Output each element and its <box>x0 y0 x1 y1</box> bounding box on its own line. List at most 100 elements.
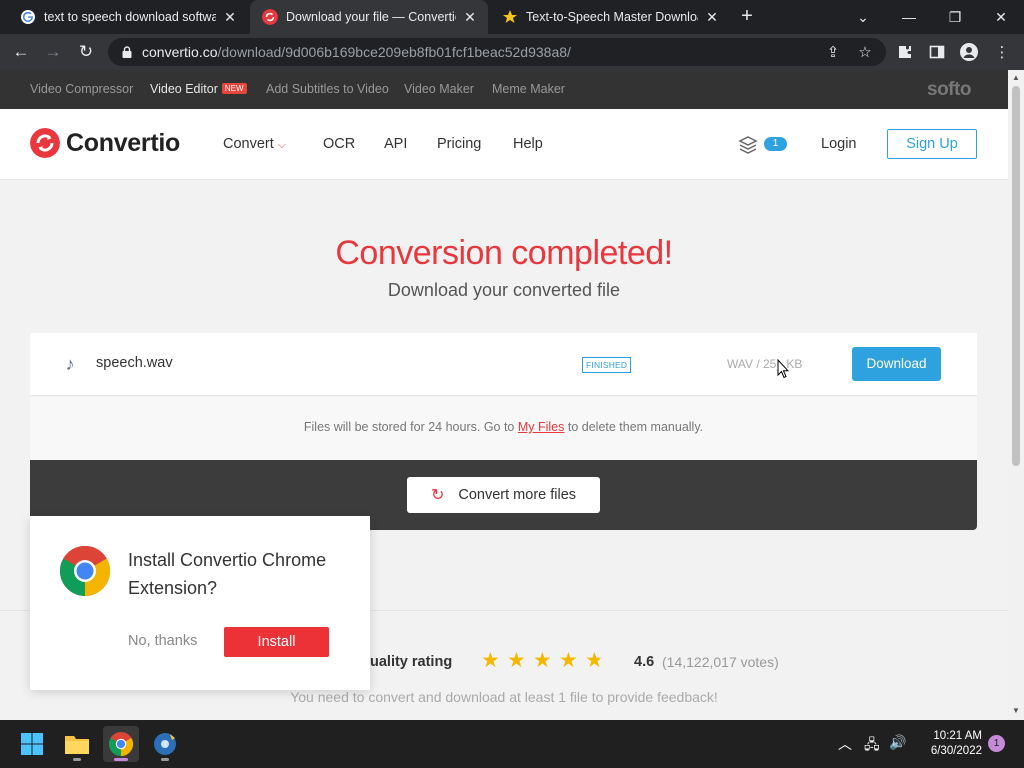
star-icon[interactable]: ★ <box>481 650 507 672</box>
windows-logo-icon <box>21 733 43 755</box>
taskbar-indicator <box>114 758 128 761</box>
back-arrow-icon[interactable]: ← <box>8 39 34 65</box>
windows-taskbar: ︿ 🖧 🔊 10:21 AM 6/30/2022 1 <box>0 720 1024 768</box>
softo-link-video-maker[interactable]: Video Maker <box>404 82 474 96</box>
sign-up-button[interactable]: Sign Up <box>887 129 977 159</box>
scrollbar-thumb[interactable] <box>1012 86 1020 466</box>
volume-icon[interactable]: 🔊 <box>889 734 906 751</box>
url-path: /download/9d006b169bce209eb8fb01fcf1beac… <box>217 44 571 60</box>
popup-title: Install Convertio Chrome Extension? <box>128 550 327 598</box>
conversion-title: Conversion completed! <box>335 234 673 272</box>
web-page: Video Compressor Video Editor NEW Add Sub… <box>0 70 1008 720</box>
page-scrollbar[interactable]: ▲ ▼ <box>1008 70 1024 720</box>
taskbar-clock[interactable]: 10:21 AM 6/30/2022 <box>912 729 982 759</box>
browser-tab-convertio[interactable]: Download your file — Convertio ✕ <box>250 0 488 34</box>
refresh-icon: ↻ <box>430 487 445 504</box>
reload-icon[interactable]: ↻ <box>73 39 99 65</box>
no-thanks-button[interactable]: No, thanks <box>128 633 197 649</box>
start-button[interactable] <box>14 726 50 762</box>
tab-search-chevron-icon[interactable]: ⌄ <box>840 0 886 34</box>
lock-icon <box>122 46 132 58</box>
notification-badge[interactable]: 1 <box>988 735 1005 752</box>
taskbar-indicator <box>73 758 81 761</box>
convertio-favicon-icon <box>262 9 278 25</box>
menu-pricing[interactable]: Pricing <box>437 136 481 152</box>
softo-link-video-editor[interactable]: Video Editor NEW <box>150 82 247 96</box>
mouse-cursor-icon <box>777 359 789 379</box>
url-text: convertio.co/download/9d006b169bce209eb8… <box>142 44 571 60</box>
restore-icon[interactable]: ❐ <box>932 0 978 34</box>
half-star-icon[interactable]: ★ <box>585 650 611 672</box>
scroll-up-icon[interactable]: ▲ <box>1012 74 1020 82</box>
star-icon[interactable]: ★ <box>507 650 533 672</box>
new-tab-icon[interactable]: + <box>736 6 758 28</box>
browser-tab-google[interactable]: text to speech download softwar ✕ <box>8 0 248 34</box>
bookmark-star-icon[interactable]: ☆ <box>855 42 875 62</box>
extension-install-popup: Install Convertio Chrome Extension? No, … <box>30 516 370 690</box>
login-link[interactable]: Login <box>821 136 856 152</box>
tab-title: Text-to-Speech Master Downloac <box>526 10 698 24</box>
extensions-puzzle-icon[interactable] <box>895 42 915 62</box>
chrome-icon <box>109 732 133 756</box>
my-files-link[interactable]: My Files <box>518 420 565 434</box>
download-button[interactable]: Download <box>852 347 941 381</box>
address-bar[interactable]: convertio.co/download/9d006b169bce209eb8… <box>108 38 886 66</box>
taskbar-indicator <box>161 758 169 761</box>
show-hidden-icons-chevron-icon[interactable]: ︿ <box>838 734 852 754</box>
close-tab-icon[interactable]: ✕ <box>222 9 238 25</box>
softo-logo[interactable]: softo <box>927 79 971 101</box>
scroll-down-icon[interactable]: ▼ <box>1012 707 1020 715</box>
menu-ocr[interactable]: OCR <box>323 136 355 152</box>
convert-more-files-button[interactable]: ↻ Convert more files <box>407 477 600 513</box>
convertio-logo[interactable]: Convertio <box>30 128 180 158</box>
star-favicon-icon <box>503 10 517 23</box>
clock-time: 10:21 AM <box>933 730 982 742</box>
storage-notice-text-end: to delete them manually. <box>564 420 704 434</box>
browser-tab-tts-master[interactable]: Text-to-Speech Master Downloac ✕ <box>490 0 730 34</box>
browser-toolbar: ← → ↻ convertio.co/download/9d006b169bce… <box>0 34 1024 70</box>
media-app-icon <box>154 733 176 755</box>
star-icon[interactable]: ★ <box>559 650 585 672</box>
menu-api[interactable]: API <box>384 136 407 152</box>
layers-icon[interactable] <box>738 135 758 155</box>
install-button[interactable]: Install <box>224 627 329 657</box>
softo-top-bar: Video Compressor Video Editor NEW Add Sub… <box>0 70 1008 109</box>
menu-help[interactable]: Help <box>513 136 543 152</box>
softo-link-label: Video Editor <box>150 82 218 96</box>
rating-score: 4.6 <box>634 654 655 670</box>
taskbar-file-explorer[interactable] <box>59 726 95 762</box>
menu-convert[interactable]: Convert ⌵ <box>223 136 286 152</box>
storage-notice: Files will be stored for 24 hours. Go to… <box>30 397 977 460</box>
forward-arrow-icon[interactable]: → <box>40 39 66 65</box>
tab-title: Download your file — Convertio <box>286 10 456 24</box>
side-panel-icon[interactable] <box>927 42 947 62</box>
chrome-logo-icon <box>60 546 110 596</box>
star-icon[interactable]: ★ <box>533 650 559 672</box>
logo-text: Convertio <box>66 128 180 157</box>
share-icon[interactable]: ⇪ <box>823 42 843 62</box>
feedback-note: You need to convert and download at leas… <box>290 689 718 705</box>
conversion-subtitle: Download your converted file <box>387 280 621 300</box>
file-format-size: WAV / 25_ KB <box>727 357 803 371</box>
softo-link-add-subtitles[interactable]: Add Subtitles to Video <box>266 82 389 96</box>
profile-avatar-icon[interactable] <box>959 42 979 62</box>
close-window-icon[interactable]: ✕ <box>978 0 1024 34</box>
site-header: Convertio Convert ⌵ OCR API Pricing Help … <box>0 109 1008 180</box>
tab-title: text to speech download softwar <box>44 10 216 24</box>
network-icon[interactable]: 🖧 <box>864 734 880 758</box>
file-name: speech.wav <box>96 355 173 371</box>
minimize-icon[interactable]: — <box>886 0 932 34</box>
audio-file-icon: ♪ <box>65 354 75 374</box>
taskbar-app-tts[interactable] <box>147 726 183 762</box>
softo-link-video-compressor[interactable]: Video Compressor <box>30 82 133 96</box>
softo-link-meme-maker[interactable]: Meme Maker <box>492 82 565 96</box>
close-tab-icon[interactable]: ✕ <box>704 9 720 25</box>
file-count-badge[interactable]: 1 <box>764 137 787 151</box>
converted-file-row: ♪ speech.wav FINISHED WAV / 25_ KB Downl… <box>30 333 977 396</box>
rating-stars[interactable]: ★ ★ ★ ★ ★ <box>481 650 611 672</box>
browser-tab-strip: text to speech download softwar ✕ Downlo… <box>0 0 1024 34</box>
convert-more-label: Convert more files <box>458 487 577 503</box>
browser-menu-kebab-icon[interactable]: ⋮ <box>992 42 1012 62</box>
close-tab-icon[interactable]: ✕ <box>462 9 478 25</box>
taskbar-chrome[interactable] <box>103 726 139 762</box>
